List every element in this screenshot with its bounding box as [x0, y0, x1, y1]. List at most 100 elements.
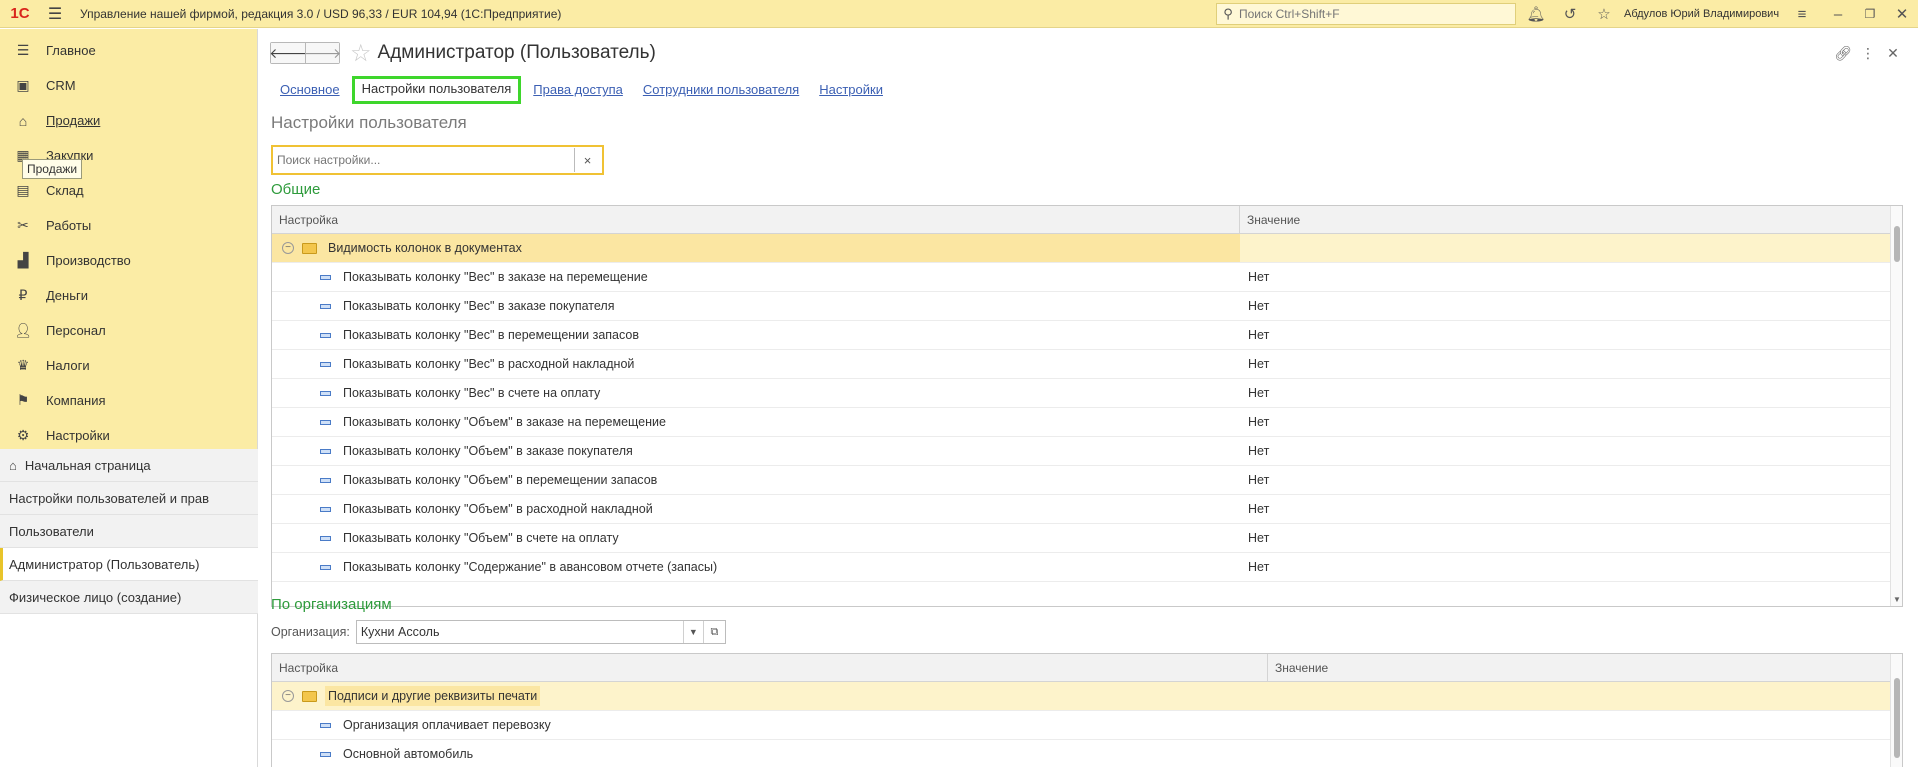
bell-icon[interactable]: 🔔︎ — [1520, 0, 1552, 28]
setting-icon — [320, 303, 331, 309]
minimize-icon[interactable]: – — [1822, 0, 1854, 28]
global-search-input[interactable] — [1239, 4, 1509, 24]
table-row[interactable]: Показывать колонку "Объем" в счете на оп… — [272, 524, 1902, 553]
clear-icon[interactable]: × — [575, 153, 600, 168]
org-settings-table: Настройка Значение − Подписи и другие ре… — [271, 653, 1903, 767]
close-window-icon[interactable]: ✕ — [1886, 0, 1918, 28]
general-group-title: Общие — [271, 181, 321, 198]
table-row[interactable]: Показывать колонку "Объем" в заказе на п… — [272, 408, 1902, 437]
open-window-person-create[interactable]: Физическое лицо (создание) — [0, 581, 258, 614]
flag-icon: ⚑ — [16, 392, 30, 408]
sidebar-item-company[interactable]: ⚑ Компания — [0, 383, 257, 418]
app-title: Управление нашей фирмой, редакция 3.0 / … — [80, 6, 562, 21]
table-row[interactable]: Основной автомобиль — [272, 740, 1902, 767]
gear-icon: ⚙ — [16, 427, 30, 443]
favorite-star-icon[interactable]: ☆ — [350, 39, 372, 68]
collapse-icon[interactable]: − — [282, 690, 294, 702]
close-form-icon[interactable]: ✕ — [1879, 39, 1907, 67]
tab-main[interactable]: Основное — [270, 77, 350, 103]
scroll-down-icon[interactable]: ▼ — [1891, 595, 1902, 604]
section-title: Настройки пользователя — [271, 113, 467, 132]
open-window-users[interactable]: Пользователи — [0, 515, 258, 548]
user-name[interactable]: Абдулов Юрий Владимирович — [1624, 0, 1779, 28]
scrollbar-thumb[interactable] — [1894, 678, 1900, 758]
tab-access-rights[interactable]: Права доступа — [523, 77, 633, 103]
search-icon: ⚲ — [1223, 6, 1233, 21]
setting-icon — [320, 564, 331, 570]
sidebar-item-money[interactable]: ₽ Деньги — [0, 278, 257, 313]
open-window-admin-user[interactable]: Администратор (Пользователь) — [0, 548, 258, 581]
table-header: Настройка Значение — [272, 206, 1902, 234]
table-header: Настройка Значение — [272, 654, 1902, 682]
setting-icon — [320, 477, 331, 483]
home-icon: ⌂ — [9, 457, 17, 473]
forward-button[interactable]: 🡒 — [304, 43, 341, 63]
table-row[interactable]: Показывать колонку "Вес" в заказе на пер… — [272, 263, 1902, 292]
sidebar-item-production[interactable]: ▟ Производство — [0, 243, 257, 278]
money-icon: ₽ — [18, 287, 28, 303]
org-table-scrollbar[interactable] — [1890, 654, 1902, 767]
open-windows-list: ⌂ Начальная страница Настройки пользовате… — [0, 449, 258, 614]
table-row[interactable]: Показывать колонку "Вес" в заказе покупа… — [272, 292, 1902, 321]
collapse-icon[interactable]: − — [282, 242, 294, 254]
global-search[interactable]: ⚲ — [1216, 3, 1516, 25]
scrollbar-thumb[interactable] — [1894, 226, 1900, 262]
eagle-icon: ♛ — [16, 357, 30, 373]
settings-search-input[interactable] — [273, 148, 575, 172]
open-window-user-settings[interactable]: Настройки пользователей и прав — [0, 482, 258, 515]
column-header-value[interactable]: Значение — [1240, 206, 1892, 234]
group-label: Видимость колонок в документах — [328, 241, 522, 255]
sidebar-item-sales[interactable]: ⌂ Продажи — [0, 103, 257, 138]
sidebar: ☰ Главное ▣ CRM ⌂ Продажи ▦ Закупки ▤ Склад ✂… — [0, 29, 258, 767]
form-tabs: Основное Настройки пользователя Права до… — [270, 76, 893, 104]
favorites-star-icon[interactable]: ☆ — [1588, 0, 1620, 28]
setting-icon — [320, 361, 331, 367]
table-row[interactable]: Показывать колонку "Вес" в расходной нак… — [272, 350, 1902, 379]
setting-icon — [320, 535, 331, 541]
sidebar-item-settings[interactable]: ⚙ Настройки — [0, 418, 257, 453]
setting-icon — [320, 722, 331, 728]
table-row[interactable]: Показывать колонку "Объем" в расходной н… — [272, 495, 1902, 524]
restore-icon[interactable]: ❐ — [1854, 0, 1886, 28]
settings-search: × — [271, 145, 604, 175]
more-actions-icon[interactable]: ⋮ — [1854, 39, 1882, 67]
dropdown-arrow-icon[interactable]: ▼ — [682, 621, 703, 643]
main-form: 🡐 🡒 ☆ Администратор (Пользователь) 🔗︎ ⋮ … — [259, 29, 1918, 767]
table-group-row[interactable]: − Подписи и другие реквизиты печати — [272, 682, 1902, 711]
open-window-home[interactable]: ⌂ Начальная страница — [0, 449, 258, 482]
table-row[interactable]: Показывать колонку "Вес" в перемещении з… — [272, 321, 1902, 350]
settings-menu-icon[interactable]: ≡ — [1786, 0, 1818, 28]
table-row[interactable]: Показывать колонку "Объем" в перемещении… — [272, 466, 1902, 495]
folder-icon — [302, 242, 317, 254]
setting-icon — [320, 390, 331, 396]
column-header-setting[interactable]: Настройка — [272, 654, 1268, 682]
sidebar-item-works[interactable]: ✂ Работы — [0, 208, 257, 243]
sidebar-item-crm[interactable]: ▣ CRM — [0, 68, 257, 103]
general-table-scrollbar[interactable]: ▼ — [1890, 206, 1902, 606]
hamburger-menu-icon[interactable]: ☰ — [40, 0, 70, 28]
table-row[interactable]: Показывать колонку "Вес" в счете на опла… — [272, 379, 1902, 408]
folder-icon — [302, 690, 317, 702]
open-icon[interactable]: ⧉ — [702, 621, 725, 643]
column-header-value[interactable]: Значение — [1268, 654, 1892, 682]
table-row[interactable]: Организация оплачивает перевозку — [272, 711, 1902, 740]
table-row[interactable]: Показывать колонку "Содержание" в авансо… — [272, 553, 1902, 582]
link-icon[interactable]: 🔗︎ — [1829, 39, 1857, 67]
1c-logo: 1С — [10, 5, 30, 22]
sidebar-item-personnel[interactable]: 👤︎ Персонал — [0, 313, 257, 348]
tab-settings[interactable]: Настройки — [809, 77, 893, 103]
back-button[interactable]: 🡐 — [269, 43, 307, 63]
table-group-row[interactable]: − Видимость колонок в документах — [272, 234, 1902, 263]
setting-icon — [320, 506, 331, 512]
table-row[interactable]: Показывать колонку "Объем" в заказе поку… — [272, 437, 1902, 466]
by-org-group-title: По организациям — [271, 596, 392, 613]
organization-select[interactable]: Кухни Ассоль ▼ ⧉ — [355, 620, 726, 644]
tab-user-settings[interactable]: Настройки пользователя — [351, 76, 522, 104]
sidebar-item-taxes[interactable]: ♛ Налоги — [0, 348, 257, 383]
factory-icon: ▟ — [17, 252, 29, 268]
history-icon[interactable]: ↺ — [1554, 0, 1586, 28]
sidebar-item-main[interactable]: ☰ Главное — [0, 33, 257, 68]
column-header-setting[interactable]: Настройка — [272, 206, 1240, 234]
tab-user-employees[interactable]: Сотрудники пользователя — [633, 77, 809, 103]
setting-icon — [320, 419, 331, 425]
